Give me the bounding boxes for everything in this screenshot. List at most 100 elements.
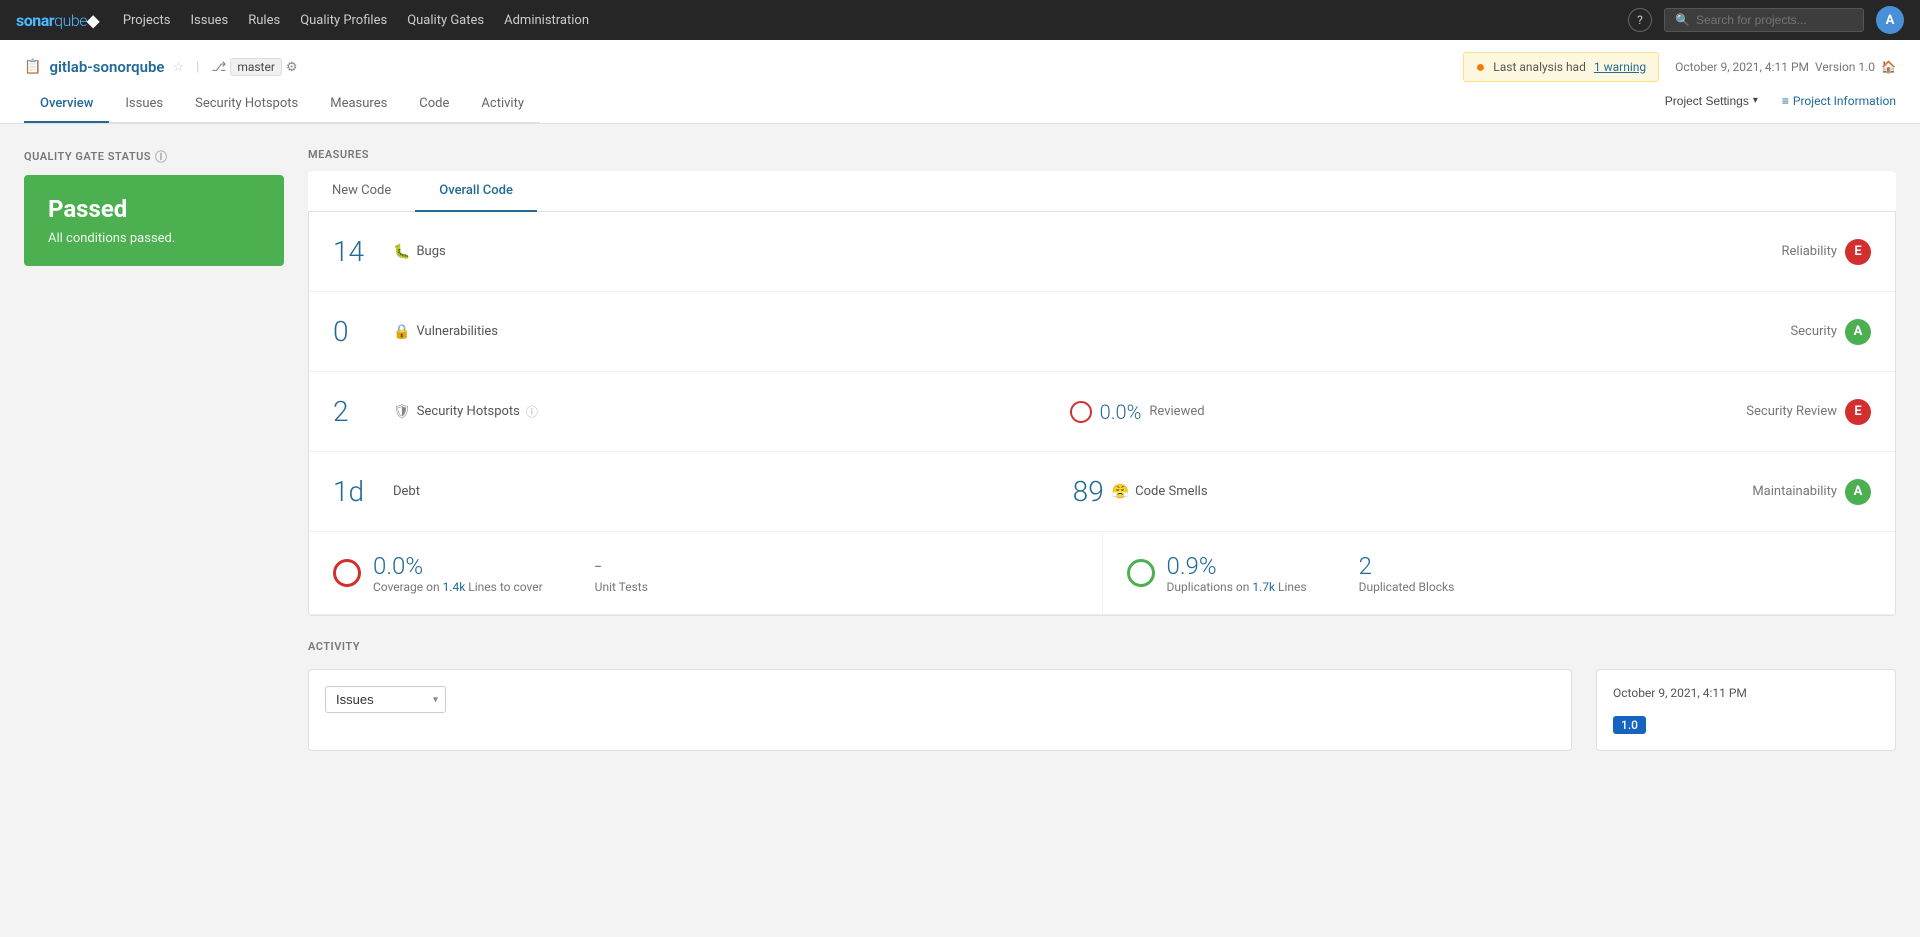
quality-gate-passed-text: Passed <box>48 195 260 223</box>
tab-overall-code[interactable]: Overall Code <box>415 171 537 212</box>
nav-rules[interactable]: Rules <box>248 13 280 28</box>
nav-quality-profiles[interactable]: Quality Profiles <box>300 13 387 28</box>
security-rating: Security A <box>1790 319 1871 345</box>
nav-issues[interactable]: Issues <box>191 13 229 28</box>
project-information-link[interactable]: ≡ Project Information <box>1782 94 1896 108</box>
shield-icon: 🛡 <box>393 404 411 420</box>
subnav-activity[interactable]: Activity <box>465 86 540 123</box>
debt-label-text: Debt <box>393 484 420 499</box>
project-header-left: 📋 gitlab-sonorqube ☆ | ⎇ master ⚙ <box>24 58 298 76</box>
nav-quality-gates[interactable]: Quality Gates <box>407 13 484 28</box>
measures-tab-bar: New Code Overall Code <box>308 171 1896 212</box>
duplications-circle-icon <box>1127 559 1155 587</box>
project-info-label: Project Information <box>1793 94 1896 108</box>
activity-filter-panel: Issues Bugs Vulnerabilities Code Smells … <box>308 669 1572 751</box>
unit-tests-data: - Unit Tests <box>595 552 648 594</box>
nav-projects[interactable]: Projects <box>123 13 171 28</box>
nav-administration[interactable]: Administration <box>504 13 589 28</box>
code-smells-label-text: Code Smells <box>1135 484 1207 499</box>
subnav-security-hotspots[interactable]: Security Hotspots <box>179 86 314 123</box>
home-icon[interactable]: 🏠 <box>1881 60 1896 74</box>
hotspots-label-text: Security Hotspots <box>417 404 520 419</box>
nav-right: ? 🔍 A <box>1628 6 1904 34</box>
project-name[interactable]: gitlab-sonorqube <box>49 58 164 76</box>
project-subnav: Overview Issues Security Hotspots Measur… <box>24 86 540 123</box>
debt-value[interactable]: 1d <box>333 475 393 508</box>
code-smells: 89 😤 Code Smells <box>1073 475 1753 508</box>
subnav-code[interactable]: Code <box>403 86 465 123</box>
duplicated-blocks-value: 2 <box>1359 552 1455 580</box>
vulnerabilities-value[interactable]: 0 <box>333 315 393 348</box>
activity-filter-select[interactable]: Issues Bugs Vulnerabilities Code Smells <box>325 686 446 713</box>
subnav-issues[interactable]: Issues <box>109 86 179 123</box>
measures-label: MEASURES <box>308 148 1896 161</box>
separator: | <box>196 60 199 75</box>
activity-timeline-panel: October 9, 2021, 4:11 PM 1.0 <box>1596 669 1896 751</box>
warning-banner: ● Last analysis had 1 warning <box>1463 52 1659 82</box>
coverage-lines-link[interactable]: 1.4k <box>443 580 466 594</box>
reliability-label: Reliability <box>1782 244 1838 259</box>
analysis-meta: October 9, 2021, 4:11 PM Version 1.0 🏠 <box>1675 60 1896 74</box>
security-review-rating-badge[interactable]: E <box>1845 399 1871 425</box>
maintainability-label: Maintainability <box>1752 484 1837 499</box>
security-rating-badge[interactable]: A <box>1845 319 1871 345</box>
maintainability-rating-badge[interactable]: A <box>1845 479 1871 505</box>
security-review-label: Security Review <box>1746 404 1837 419</box>
coverage-duplication-row: 0.0% Coverage on 1.4k Lines to cover - U… <box>309 532 1895 615</box>
activity-label: ACTIVITY <box>308 640 1896 653</box>
version-label: Version 1.0 <box>1815 60 1875 74</box>
bugs-label: 🐛 Bugs <box>393 244 1782 260</box>
code-smells-value[interactable]: 89 <box>1073 475 1104 508</box>
search-input[interactable] <box>1696 13 1853 27</box>
timeline-date: October 9, 2021, 4:11 PM <box>1613 686 1879 700</box>
duplications-value[interactable]: 0.9% <box>1167 552 1307 580</box>
debt-label: Debt <box>393 484 1073 499</box>
coverage-data: 0.0% Coverage on 1.4k Lines to cover <box>373 552 543 594</box>
user-avatar[interactable]: A <box>1876 6 1904 34</box>
tab-new-code[interactable]: New Code <box>308 171 415 212</box>
search-container: 🔍 <box>1664 8 1864 32</box>
coverage-circle-icon <box>333 559 361 587</box>
quality-gate-label-text: QUALITY GATE STATUS <box>24 150 151 163</box>
project-header-right: ● Last analysis had 1 warning October 9,… <box>1463 52 1896 82</box>
project-settings-button[interactable]: Project Settings ▾ <box>1657 90 1766 112</box>
coverage-section: 0.0% Coverage on 1.4k Lines to cover - U… <box>309 532 1103 614</box>
unit-tests-label: Unit Tests <box>595 580 648 594</box>
main-content: QUALITY GATE STATUS ⓘ Passed All conditi… <box>0 124 1920 775</box>
duplications-lines-link[interactable]: 1.7k <box>1252 580 1275 594</box>
settings-label: Project Settings <box>1665 94 1749 108</box>
help-button[interactable]: ? <box>1628 8 1652 32</box>
warning-text: Last analysis had <box>1493 60 1586 74</box>
coverage-lines-label: Coverage on 1.4k Lines to cover <box>373 580 543 594</box>
unit-tests-value: - <box>595 552 648 580</box>
activity-section: ACTIVITY Issues Bugs Vulnerabilities Cod… <box>308 640 1896 751</box>
vulnerabilities-label-text: Vulnerabilities <box>416 324 498 339</box>
branch-settings-icon[interactable]: ⚙ <box>286 60 298 75</box>
bug-icon: 🐛 <box>393 244 410 260</box>
warning-icon: ● <box>1476 57 1486 77</box>
quality-gate-info-icon[interactable]: ⓘ <box>155 148 168 165</box>
hotspots-percent: 0.0% <box>1100 400 1142 424</box>
top-navigation: sonarqube◆ Projects Issues Rules Quality… <box>0 0 1920 40</box>
hotspots-value[interactable]: 2 <box>333 395 393 428</box>
list-icon: ≡ <box>1782 94 1789 108</box>
vulnerabilities-label: 🔒 Vulnerabilities <box>393 324 1790 340</box>
project-folder-icon: 📋 <box>24 59 41 75</box>
security-review-rating: Security Review E <box>1746 399 1871 425</box>
hotspots-review: 0.0% Reviewed <box>1070 400 1747 424</box>
nav-left: sonarqube◆ Projects Issues Rules Quality… <box>16 11 589 30</box>
reliability-rating-badge[interactable]: E <box>1845 239 1871 265</box>
subnav-overview[interactable]: Overview <box>24 86 109 123</box>
hotspots-info-icon[interactable]: ⓘ <box>526 403 538 420</box>
activity-content: Issues Bugs Vulnerabilities Code Smells … <box>308 669 1896 751</box>
bugs-value[interactable]: 14 <box>333 235 393 268</box>
branch-info: ⎇ master ⚙ <box>211 58 297 76</box>
maintainability-rating: Maintainability A <box>1752 479 1871 505</box>
favorite-star-icon[interactable]: ☆ <box>172 60 184 75</box>
warning-link[interactable]: 1 warning <box>1594 60 1646 74</box>
vulnerabilities-metric-row: 0 🔒 Vulnerabilities Security A <box>309 292 1895 372</box>
subnav-measures[interactable]: Measures <box>314 86 403 123</box>
coverage-value[interactable]: 0.0% <box>373 552 543 580</box>
branch-name[interactable]: master <box>230 58 282 76</box>
duplicated-blocks-data: 2 Duplicated Blocks <box>1359 552 1455 594</box>
